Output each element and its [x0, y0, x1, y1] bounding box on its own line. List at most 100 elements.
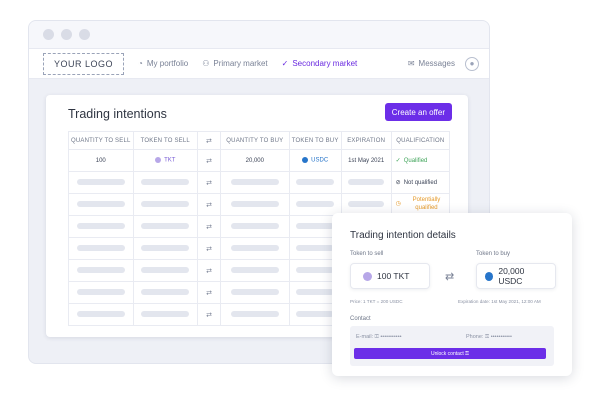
token-label: TKT [164, 157, 176, 164]
swap-icon: ⇄ [206, 157, 212, 165]
skeleton-bar [141, 310, 190, 317]
phone-field: Phone: ⚿ ••••••••••• [466, 334, 512, 341]
mail-icon: ✉ [407, 59, 415, 68]
skeleton-bar [76, 266, 125, 273]
window-control-dot[interactable] [61, 29, 72, 40]
skeleton-bar [296, 178, 335, 185]
create-offer-button[interactable]: Create an offer [384, 103, 452, 121]
phone-value: ••••••••••• [490, 334, 512, 340]
cell-swap: ⇄ [197, 215, 221, 238]
skeleton-bar [141, 266, 190, 273]
tkt-token-icon [363, 271, 372, 281]
swap-icon: ⇄ [206, 201, 212, 209]
window-titlebar [29, 21, 489, 49]
table-row[interactable]: 100 TKT ⇄ 20,000 USDC 1st May 2021 ✓ Qual… [68, 149, 451, 172]
column-header: ⇄ [197, 131, 221, 150]
clock-icon: ◷ [395, 200, 401, 207]
skeleton-bar [230, 222, 279, 229]
column-header[interactable]: QUANTITY TO SELL [68, 131, 134, 150]
trading-intention-details-panel: Trading intention details Token to sell … [332, 213, 572, 376]
cell-placeholder [132, 303, 199, 326]
nav-item-messages[interactable]: ✉ Messages [408, 59, 455, 68]
skeleton-bar [348, 178, 385, 185]
cell-placeholder [132, 171, 199, 194]
nav-item-secondary-market[interactable]: ✓ Secondary market [282, 59, 358, 68]
cell-placeholder [68, 303, 134, 326]
window-control-dot[interactable] [43, 29, 54, 40]
cell-placeholder [219, 281, 290, 304]
cell-swap: ⇄ [197, 259, 221, 282]
cell-placeholder [219, 303, 290, 326]
skeleton-bar [348, 200, 385, 207]
panel-title: Trading intention details [350, 230, 456, 241]
pie-chart-icon: ◔ [138, 59, 143, 68]
swap-icon: ⇄ [206, 223, 212, 231]
cell-placeholder [68, 259, 134, 282]
skeleton-bar [296, 266, 335, 273]
swap-icon: ⇄ [206, 311, 212, 319]
cell-token-buy: USDC [288, 149, 342, 172]
qualification-label: Potentially qualified [412, 197, 441, 211]
nav-item-label: Messages [418, 59, 455, 68]
usdc-token-icon [302, 157, 309, 164]
skeleton-bar [76, 244, 125, 251]
skeleton-bar [296, 244, 335, 251]
cell-qualification: ✓ Qualified [390, 149, 451, 172]
nav-item-my-portfolio[interactable]: ◔ My portfolio [138, 59, 188, 68]
column-header[interactable]: QUALIFICATION [390, 131, 451, 150]
skeleton-bar [296, 288, 335, 295]
expiration-note: Expiration date: 1st May 2021, 12:00 AM [458, 299, 541, 304]
skeleton-bar [76, 178, 125, 185]
token-to-buy-box: 20,000 USDC [476, 263, 556, 289]
unlock-contact-label: Unlock contact [431, 350, 464, 357]
usdc-token-icon [485, 271, 494, 281]
column-header[interactable]: EXPIRATION [340, 131, 392, 150]
skeleton-bar [296, 310, 335, 317]
token-to-sell-box: 100 TKT [350, 263, 430, 289]
skeleton-bar [230, 200, 279, 207]
column-header[interactable]: TOKEN TO SELL [132, 131, 199, 150]
table-row[interactable]: ⇄ ⊘ Not qualified [68, 171, 451, 194]
check-circle-icon: ✓ [395, 158, 401, 164]
skeleton-bar [230, 178, 279, 185]
nav-item-label: Secondary market [292, 59, 358, 68]
skeleton-bar [76, 288, 125, 295]
column-header[interactable]: QUANTITY TO BUY [219, 131, 290, 150]
people-icon: ⚇ [202, 59, 210, 68]
avatar[interactable]: ● [465, 56, 479, 71]
check-circle-icon: ✓ [281, 59, 289, 68]
price-note: Price: 1 TKT = 200 USDC [350, 299, 403, 304]
email-value: ••••••••••• [380, 334, 402, 340]
cell-placeholder [68, 193, 134, 216]
nav-item-primary-market[interactable]: ⚇ Primary market [202, 59, 267, 68]
cell-placeholder [132, 193, 199, 216]
cell-placeholder [340, 171, 392, 194]
cell-expiration: 1st May 2021 [340, 149, 392, 172]
skeleton-bar [141, 222, 190, 229]
swap-icon: ⇄ [206, 179, 212, 187]
tkt-token-icon [155, 157, 162, 164]
qualification-label: Not qualified [403, 179, 438, 186]
cell-swap: ⇄ [197, 193, 221, 216]
skeleton-bar [141, 244, 190, 251]
qualification-label: Qualified [403, 157, 428, 164]
logo[interactable]: YOUR LOGO [43, 52, 125, 75]
token-to-buy-value: 20,000 USDC [498, 266, 525, 286]
skeleton-bar [141, 178, 190, 185]
user-icon: ● [469, 59, 475, 68]
unlock-contact-button[interactable]: Unlock contact ⚿ [354, 348, 546, 359]
token-label: USDC [311, 157, 329, 164]
phone-label: Phone: [466, 334, 484, 340]
cell-placeholder [219, 215, 290, 238]
contact-label: Contact [350, 316, 371, 322]
cell-placeholder [132, 215, 199, 238]
skeleton-bar [230, 244, 279, 251]
skeleton-bar [230, 266, 279, 273]
window-control-dot[interactable] [79, 29, 90, 40]
cell-placeholder [219, 259, 290, 282]
skeleton-bar [296, 222, 335, 229]
skeleton-bar [76, 200, 125, 207]
column-header[interactable]: TOKEN TO BUY [288, 131, 342, 150]
contact-box: E-mail: ⚿ ••••••••••• Phone: ⚿ •••••••••… [350, 326, 554, 366]
swap-icon: ⇄ [205, 137, 213, 145]
